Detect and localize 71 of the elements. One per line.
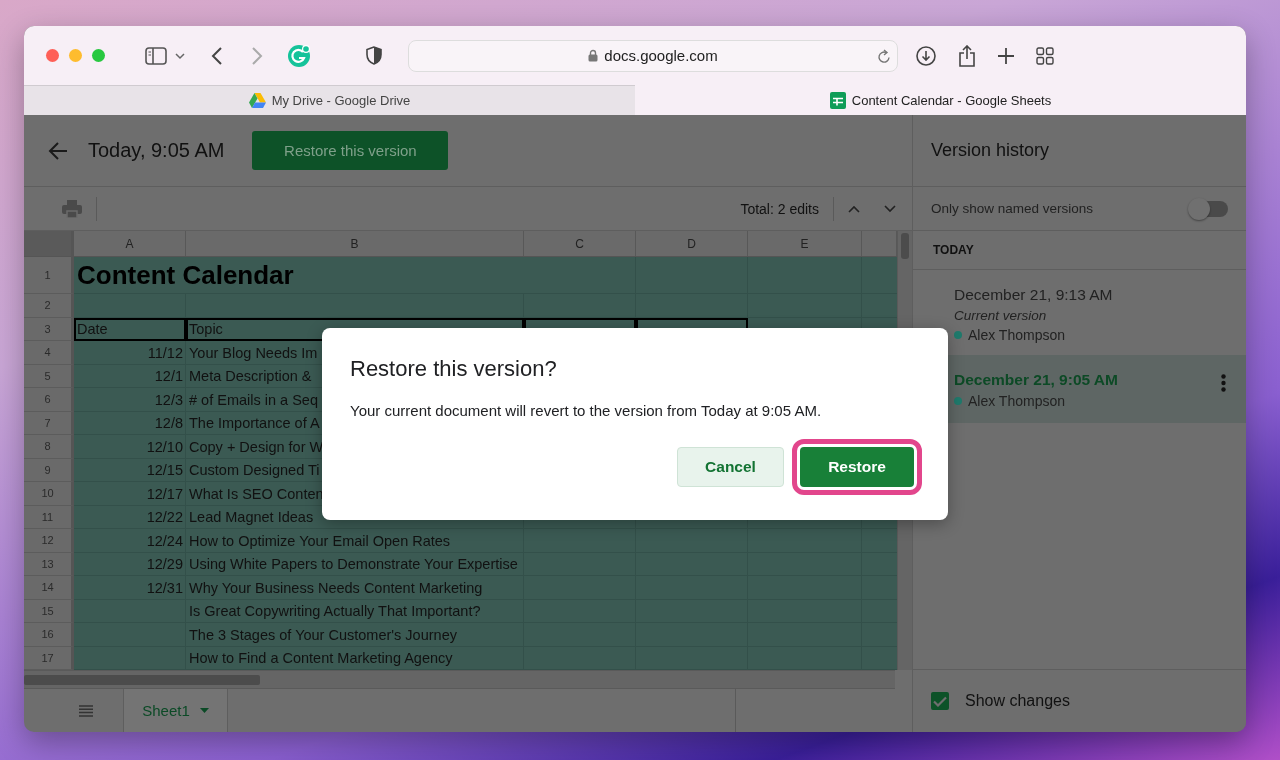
row-number[interactable]: 13 <box>24 552 74 576</box>
sheet-tab[interactable]: Sheet1 <box>123 689 228 732</box>
row-number[interactable]: 14 <box>24 576 74 600</box>
table-cell: How to Optimize Your Email Open Rates <box>189 532 451 549</box>
table-cell: Lead Magnet Ideas <box>189 509 314 526</box>
row-number[interactable]: 5 <box>24 364 74 388</box>
table-cell: 12/22 <box>146 509 183 526</box>
panel-title: Version history <box>913 115 1246 187</box>
column-header[interactable]: D <box>636 231 748 256</box>
row-number[interactable]: 15 <box>24 599 74 623</box>
table-cell: 12/10 <box>146 438 183 455</box>
dialog-title: Restore this version? <box>350 356 558 382</box>
row-number[interactable]: 3 <box>24 317 74 341</box>
table-cell: 12/17 <box>146 485 183 502</box>
url-text: docs.google.com <box>604 47 718 64</box>
table-cell: The 3 Stages of Your Customer's Journey <box>189 626 457 643</box>
table-cell: Why Your Business Needs Content Marketing <box>189 579 483 596</box>
table-cell: 11/12 <box>147 344 183 361</box>
table-cell: Copy + Design for W <box>189 438 324 455</box>
column-header[interactable]: C <box>524 231 636 256</box>
column-header[interactable]: B <box>186 231 524 256</box>
version-time: December 21, 9:13 AM <box>954 286 1114 304</box>
cancel-button[interactable]: Cancel <box>677 447 784 487</box>
browser-tab[interactable]: Content Calendar - Google Sheets <box>635 85 1246 115</box>
row-number[interactable]: 12 <box>24 529 74 553</box>
toggle-label: Only show named versions <box>931 201 1095 216</box>
checkbox-label: Show changes <box>965 692 1070 710</box>
row-number[interactable]: 6 <box>24 388 74 412</box>
edit-count: Total: 2 edits <box>740 200 819 217</box>
version-time: December 21, 9:05 AM <box>954 371 1119 389</box>
table-cell: Meta Description & <box>189 368 312 385</box>
restore-button[interactable]: Restore <box>800 447 914 487</box>
row-number[interactable]: 17 <box>24 646 74 670</box>
table-cell: 12/31 <box>146 579 183 596</box>
table-cell: Using White Papers to Demonstrate Your Expertise <box>189 556 518 573</box>
section-label: TODAY <box>933 243 974 257</box>
table-cell: 12/8 <box>154 415 183 432</box>
row-number[interactable]: 10 <box>24 482 74 506</box>
dialog-message: Your current document will revert to the version from Today at 9:05 AM. <box>350 402 823 419</box>
address-bar[interactable]: docs.google.com <box>408 39 898 72</box>
table-cell: How to Find a Content Marketing Agency <box>189 650 453 667</box>
column-header[interactable]: A <box>74 231 186 256</box>
version-title: Today, 9:05 AM <box>88 139 225 162</box>
row-number[interactable]: 8 <box>24 435 74 459</box>
row-number[interactable]: 7 <box>24 411 74 435</box>
table-cell: 12/1 <box>154 368 183 385</box>
restore-version-button[interactable]: Restore this version <box>252 131 449 170</box>
table-cell: 12/3 <box>154 391 183 408</box>
sheet-title: Content Calendar <box>77 259 294 291</box>
row-number[interactable]: 1 <box>24 257 74 294</box>
row-number[interactable]: 16 <box>24 623 74 647</box>
row-number[interactable]: 11 <box>24 505 74 529</box>
table-cell: Your Blog Needs Im <box>189 344 318 361</box>
table-cell: What Is SEO Conten <box>189 485 324 502</box>
table-cell: # of Emails in a Seq <box>189 391 318 408</box>
table-cell: 12/24 <box>146 532 183 549</box>
table-cell: Custom Designed Ti <box>189 462 320 479</box>
table-cell: 12/29 <box>146 556 183 573</box>
version-note: Current version <box>954 308 1048 323</box>
browser-tab[interactable]: My Drive - Google Drive <box>24 85 635 115</box>
version-item[interactable]: December 21, 9:13 AM Current version Alex Thompson <box>913 270 1246 355</box>
row-number[interactable]: 4 <box>24 341 74 365</box>
author-name: Alex Thompson <box>968 393 1065 409</box>
author-name: Alex Thompson <box>968 327 1065 343</box>
table-cell: The Importance of A <box>189 415 320 432</box>
table-cell: Is Great Copywriting Actually That Important? <box>189 603 481 620</box>
table-header-cell: Date <box>74 317 186 341</box>
column-header[interactable]: E <box>748 231 862 256</box>
row-number[interactable]: 9 <box>24 458 74 482</box>
table-cell: 12/15 <box>146 462 183 479</box>
row-number[interactable]: 2 <box>24 294 74 318</box>
